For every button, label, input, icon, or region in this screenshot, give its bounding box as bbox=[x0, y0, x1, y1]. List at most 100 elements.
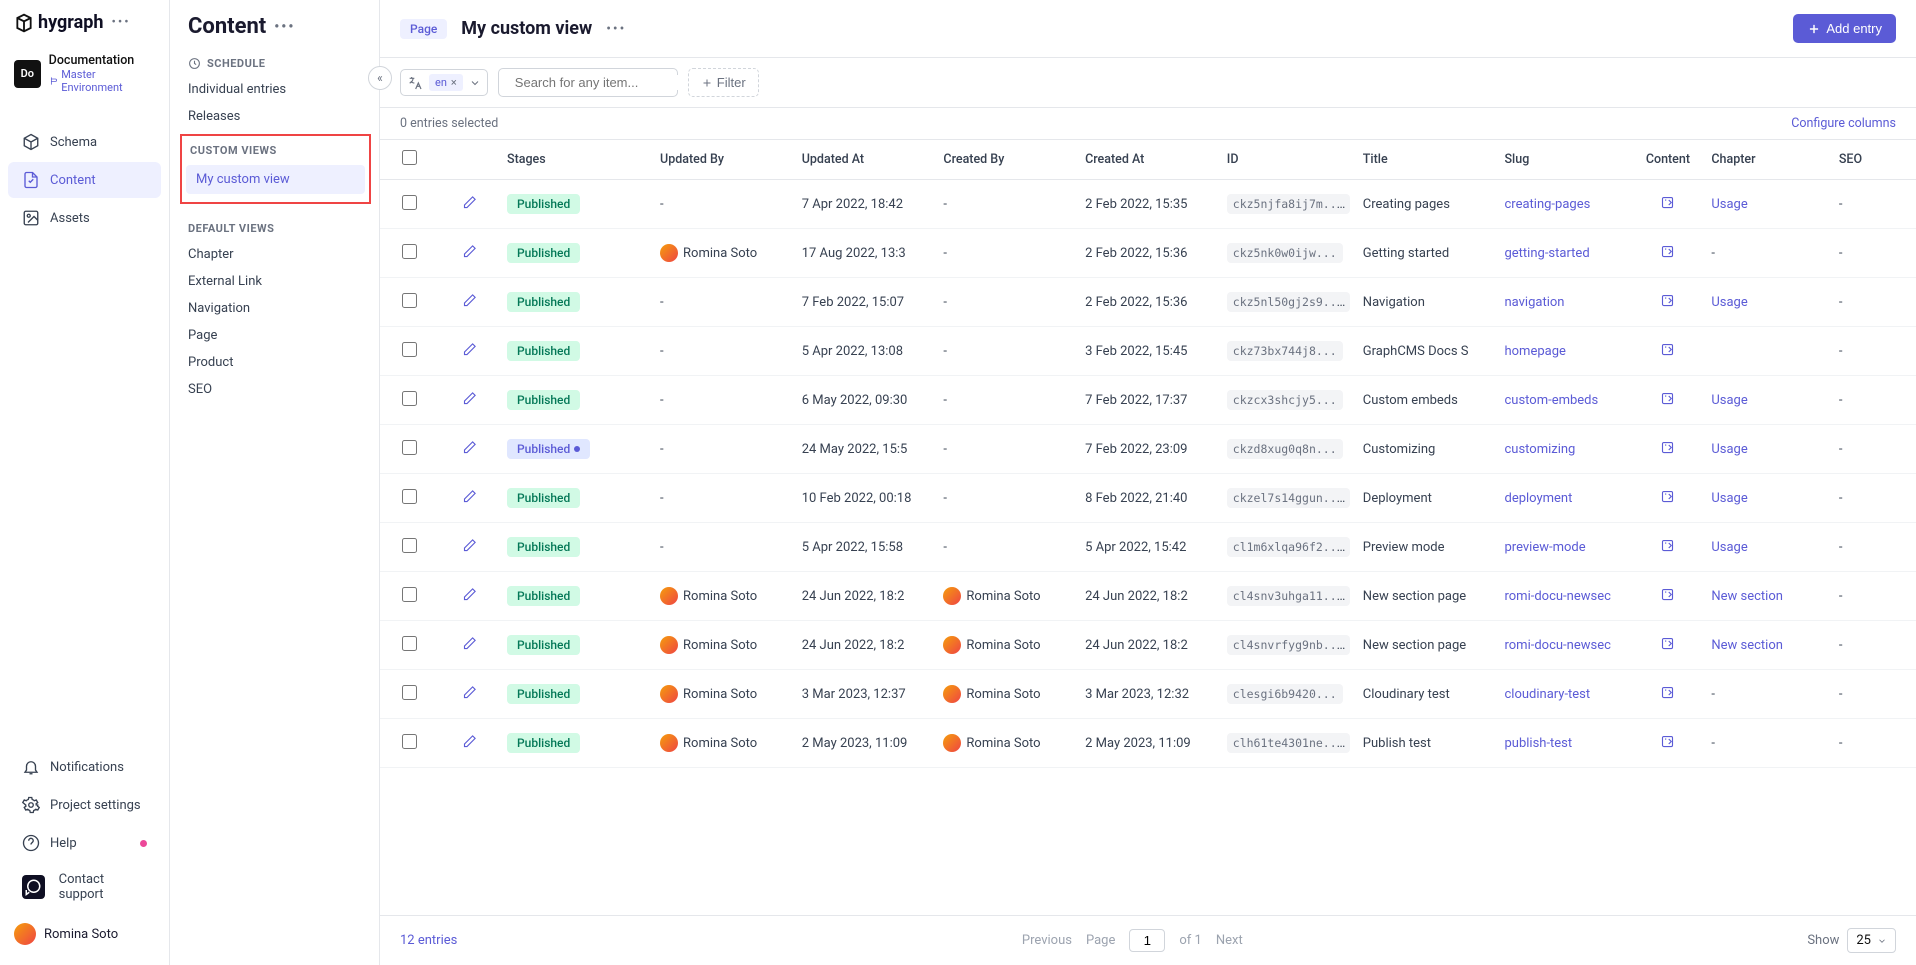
edit-icon[interactable] bbox=[462, 738, 477, 753]
content-link-icon[interactable] bbox=[1660, 542, 1675, 557]
row-checkbox[interactable] bbox=[402, 538, 417, 553]
locale-chip[interactable]: en× bbox=[429, 74, 463, 91]
view-menu-icon[interactable]: ••• bbox=[606, 21, 626, 37]
col-updatedby[interactable]: Updated By bbox=[652, 140, 794, 180]
table-row[interactable]: Published-24 May 2022, 15:5-7 Feb 2022, … bbox=[380, 425, 1916, 474]
col-seo[interactable]: SEO bbox=[1831, 140, 1916, 180]
default-view-item[interactable]: Chapter bbox=[170, 241, 379, 268]
table-row[interactable]: PublishedRomina Soto24 Jun 2022, 18:2Rom… bbox=[380, 621, 1916, 670]
id-chip[interactable]: ckz5njfa8ij7m... bbox=[1227, 194, 1350, 214]
edit-icon[interactable] bbox=[462, 493, 477, 508]
content-link-icon[interactable] bbox=[1660, 689, 1675, 704]
id-chip[interactable]: cl4snv3uhga11... bbox=[1227, 586, 1350, 606]
row-checkbox[interactable] bbox=[402, 489, 417, 504]
id-chip[interactable]: cl4snvrfyg9nb... bbox=[1227, 635, 1350, 655]
content-link-icon[interactable] bbox=[1660, 640, 1675, 655]
per-page-select[interactable]: 25 bbox=[1847, 928, 1896, 953]
row-checkbox[interactable] bbox=[402, 391, 417, 406]
edit-icon[interactable] bbox=[462, 640, 477, 655]
row-checkbox[interactable] bbox=[402, 440, 417, 455]
default-view-item[interactable]: Page bbox=[170, 322, 379, 349]
id-chip[interactable]: clh61te4301ne... bbox=[1227, 733, 1350, 753]
content-link-icon[interactable] bbox=[1660, 493, 1675, 508]
schedule-individual[interactable]: Individual entries bbox=[170, 76, 379, 103]
select-all-checkbox[interactable] bbox=[402, 150, 417, 165]
custom-view-item[interactable]: My custom view bbox=[186, 165, 365, 194]
slug-link[interactable]: homepage bbox=[1504, 344, 1565, 359]
edit-icon[interactable] bbox=[462, 248, 477, 263]
col-createdby[interactable]: Created By bbox=[935, 140, 1077, 180]
schedule-releases[interactable]: Releases bbox=[170, 103, 379, 130]
edit-icon[interactable] bbox=[462, 346, 477, 361]
model-pill[interactable]: Page bbox=[400, 19, 447, 39]
slug-link[interactable]: romi-docu-newsec bbox=[1504, 638, 1610, 653]
table-row[interactable]: Published-5 Apr 2022, 15:58-5 Apr 2022, … bbox=[380, 523, 1916, 572]
sidebar-item-content[interactable]: Content bbox=[8, 162, 161, 198]
sidebar-item-assets[interactable]: Assets bbox=[8, 200, 161, 236]
current-user[interactable]: Romina Soto bbox=[0, 913, 169, 955]
id-chip[interactable]: ckzcx3shcjy5... bbox=[1227, 390, 1343, 410]
edit-icon[interactable] bbox=[462, 395, 477, 410]
table-row[interactable]: PublishedRomina Soto3 Mar 2023, 12:37Rom… bbox=[380, 670, 1916, 719]
table-row[interactable]: Published-10 Feb 2022, 00:18-8 Feb 2022,… bbox=[380, 474, 1916, 523]
slug-link[interactable]: romi-docu-newsec bbox=[1504, 589, 1610, 604]
edit-icon[interactable] bbox=[462, 297, 477, 312]
content-panel-menu[interactable]: ••• bbox=[274, 19, 295, 35]
page-input[interactable] bbox=[1129, 929, 1165, 952]
slug-link[interactable]: navigation bbox=[1504, 295, 1564, 310]
search-input[interactable] bbox=[515, 75, 691, 90]
slug-link[interactable]: creating-pages bbox=[1504, 197, 1590, 212]
brand-logo[interactable]: hygraph bbox=[14, 12, 103, 33]
pager-previous[interactable]: Previous bbox=[1022, 933, 1072, 948]
sidebar-item-schema[interactable]: Schema bbox=[8, 124, 161, 160]
row-checkbox[interactable] bbox=[402, 587, 417, 602]
brand-menu-icon[interactable]: ••• bbox=[111, 15, 130, 30]
row-checkbox[interactable] bbox=[402, 685, 417, 700]
id-chip[interactable]: clesgi6b9420... bbox=[1227, 684, 1343, 704]
slug-link[interactable]: getting-started bbox=[1504, 246, 1589, 261]
slug-link[interactable]: publish-test bbox=[1504, 736, 1572, 751]
slug-link[interactable]: deployment bbox=[1504, 491, 1572, 506]
row-checkbox[interactable] bbox=[402, 734, 417, 749]
edit-icon[interactable] bbox=[462, 542, 477, 557]
configure-columns-link[interactable]: Configure columns bbox=[1791, 116, 1896, 131]
collapse-sidebar-button[interactable]: « bbox=[368, 66, 392, 90]
col-id[interactable]: ID bbox=[1219, 140, 1355, 180]
col-createdat[interactable]: Created At bbox=[1077, 140, 1219, 180]
table-row[interactable]: Published-7 Apr 2022, 18:42-2 Feb 2022, … bbox=[380, 180, 1916, 229]
id-chip[interactable]: ckz5nk0w0ijw... bbox=[1227, 243, 1343, 263]
table-row[interactable]: PublishedRomina Soto2 May 2023, 11:09Rom… bbox=[380, 719, 1916, 768]
table-row[interactable]: PublishedRomina Soto17 Aug 2022, 13:3-2 … bbox=[380, 229, 1916, 278]
row-checkbox[interactable] bbox=[402, 195, 417, 210]
id-chip[interactable]: ckzd8xug0q8n... bbox=[1227, 439, 1343, 459]
slug-link[interactable]: custom-embeds bbox=[1504, 393, 1598, 408]
sidebar-item-notifications[interactable]: Notifications bbox=[8, 749, 161, 785]
col-updatedat[interactable]: Updated At bbox=[794, 140, 936, 180]
filter-button[interactable]: Filter bbox=[688, 68, 759, 97]
content-link-icon[interactable] bbox=[1660, 738, 1675, 753]
default-view-item[interactable]: SEO bbox=[170, 376, 379, 403]
add-entry-button[interactable]: Add entry bbox=[1793, 14, 1896, 43]
id-chip[interactable]: ckz5nl50gj2s9... bbox=[1227, 292, 1350, 312]
table-row[interactable]: Published-5 Apr 2022, 13:08-3 Feb 2022, … bbox=[380, 327, 1916, 376]
edit-icon[interactable] bbox=[462, 591, 477, 606]
table-row[interactable]: Published-6 May 2022, 09:30-7 Feb 2022, … bbox=[380, 376, 1916, 425]
content-link-icon[interactable] bbox=[1660, 395, 1675, 410]
content-link-icon[interactable] bbox=[1660, 444, 1675, 459]
content-link-icon[interactable] bbox=[1660, 199, 1675, 214]
slug-link[interactable]: customizing bbox=[1504, 442, 1575, 457]
content-link-icon[interactable] bbox=[1660, 297, 1675, 312]
row-checkbox[interactable] bbox=[402, 293, 417, 308]
content-link-icon[interactable] bbox=[1660, 591, 1675, 606]
col-title[interactable]: Title bbox=[1355, 140, 1497, 180]
table-row[interactable]: PublishedRomina Soto24 Jun 2022, 18:2Rom… bbox=[380, 572, 1916, 621]
default-view-item[interactable]: External Link bbox=[170, 268, 379, 295]
col-content[interactable]: Content bbox=[1633, 140, 1704, 180]
id-chip[interactable]: ckzel7s14ggun... bbox=[1227, 488, 1350, 508]
id-chip[interactable]: cl1m6xlqa96f2... bbox=[1227, 537, 1350, 557]
edit-icon[interactable] bbox=[462, 199, 477, 214]
row-checkbox[interactable] bbox=[402, 636, 417, 651]
content-link-icon[interactable] bbox=[1660, 346, 1675, 361]
pager-next[interactable]: Next bbox=[1216, 933, 1243, 948]
slug-link[interactable]: cloudinary-test bbox=[1504, 687, 1590, 702]
